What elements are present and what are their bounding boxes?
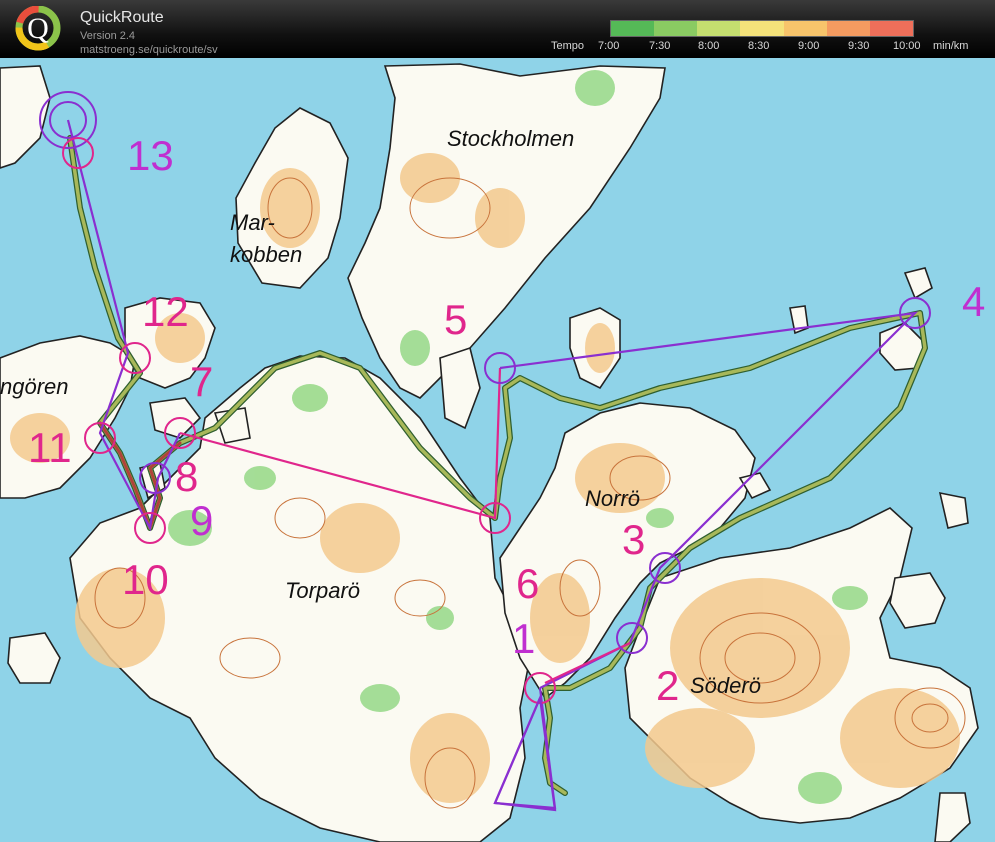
quickroute-viewer: Q QuickRoute Version 2.4 matstroeng.se/q… xyxy=(0,0,995,842)
scale-segment xyxy=(697,21,741,36)
control-number: 3 xyxy=(622,516,645,563)
control-number: 7 xyxy=(190,358,213,405)
control-number: 2 xyxy=(656,662,679,709)
tempo-tick: 10:00 xyxy=(893,40,921,52)
scale-segment xyxy=(783,21,827,36)
place-label: Mar- xyxy=(230,210,275,235)
place-label: ngören xyxy=(0,374,69,399)
control-number: 5 xyxy=(444,296,467,343)
app-url: matstroeng.se/quickroute/sv xyxy=(80,44,218,56)
place-label: Norrö xyxy=(585,486,640,511)
scale-segment xyxy=(611,21,655,36)
place-label: Söderö xyxy=(690,673,761,698)
quickroute-logo-icon: Q xyxy=(15,6,61,51)
control-number: 12 xyxy=(142,288,189,335)
control-number: 6 xyxy=(516,560,539,607)
scale-segment xyxy=(869,21,913,36)
scale-segment xyxy=(740,21,784,36)
app-version: Version 2.4 xyxy=(80,30,136,42)
tempo-tick: 8:30 xyxy=(748,40,770,52)
place-label: Stockholmen xyxy=(447,126,574,151)
control-number: 10 xyxy=(122,556,169,603)
tempo-tick: 9:00 xyxy=(798,40,820,52)
place-label: Torparö xyxy=(285,578,360,603)
tempo-unit: min/km xyxy=(933,40,969,52)
app-title: QuickRoute xyxy=(80,9,164,26)
control-number: 9 xyxy=(190,497,213,544)
tempo-color-scale xyxy=(610,20,914,37)
tempo-tick: 7:30 xyxy=(649,40,671,52)
control-number: 8 xyxy=(175,453,198,500)
control-number: 1 xyxy=(512,615,535,662)
scale-segment xyxy=(826,21,870,36)
app-header: Q QuickRoute Version 2.4 matstroeng.se/q… xyxy=(0,0,995,58)
scale-segment xyxy=(654,21,698,36)
tempo-tick: 8:00 xyxy=(698,40,720,52)
svg-text:Q: Q xyxy=(27,12,49,45)
tempo-tick: 7:00 xyxy=(598,40,620,52)
tempo-tick: 9:30 xyxy=(848,40,870,52)
control-number: 13 xyxy=(127,132,174,179)
orienteering-map[interactable]: Stockholmen Mar- kobben Norrö Torparö Sö… xyxy=(0,58,995,842)
tempo-label: Tempo xyxy=(551,40,585,52)
control-number: 4 xyxy=(962,278,985,325)
place-label: kobben xyxy=(230,242,302,267)
control-number: 11 xyxy=(28,424,72,471)
